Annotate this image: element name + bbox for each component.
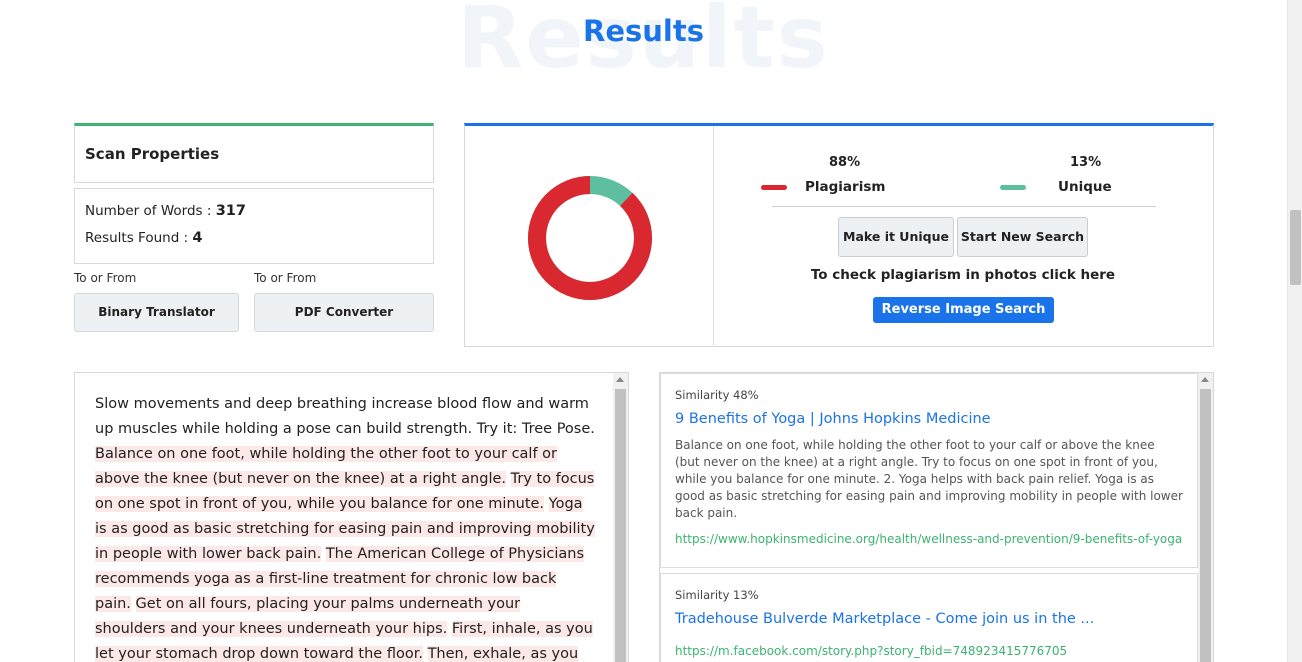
sources-panel-scroll-thumb[interactable]	[1200, 389, 1211, 662]
photo-check-text: To check plagiarism in photos click here	[810, 267, 1116, 283]
binary-translator-caption: To or From	[74, 271, 137, 285]
source-url-link[interactable]: https://www.hopkinsmedicine.org/health/w…	[675, 531, 1183, 548]
pdf-converter-caption: To or From	[254, 271, 317, 285]
scroll-up-arrow-icon[interactable]	[616, 377, 624, 382]
source-url-link[interactable]: https://m.facebook.com/story.php?story_f…	[675, 643, 1183, 660]
plagiarism-donut-chart	[528, 176, 652, 300]
results-summary-card: 88% Plagiarism 13% Unique Make it Unique…	[464, 123, 1214, 347]
plagiarism-percent: 88%	[829, 155, 861, 170]
page-title: Results	[583, 14, 704, 48]
text-panel-scroll-thumb[interactable]	[615, 389, 626, 662]
scan-properties-card: Scan Properties	[74, 123, 434, 183]
unique-legend-swatch	[1000, 185, 1026, 190]
plagiarism-legend-label: Plagiarism	[805, 179, 886, 195]
word-count-value: 317	[215, 203, 246, 219]
word-count-label: Number of Words :	[85, 203, 216, 219]
plagiarism-arc	[528, 176, 652, 300]
source-title-link[interactable]: 9 Benefits of Yoga | Johns Hopkins Medic…	[675, 411, 1183, 427]
legend-divider	[772, 206, 1156, 207]
source-similarity: Similarity 13%	[675, 588, 759, 602]
source-card: Similarity 13% Tradehouse Bulverde Marke…	[660, 573, 1198, 662]
source-card: Similarity 48% 9 Benefits of Yoga | John…	[660, 373, 1198, 568]
results-found-value: 4	[192, 230, 203, 246]
results-found-label: Results Found :	[85, 230, 193, 246]
word-count-row: Number of Words : 317	[85, 201, 423, 228]
start-new-search-button[interactable]: Start New Search	[957, 217, 1088, 257]
source-title-link[interactable]: Tradehouse Bulverde Marketplace - Come j…	[675, 611, 1183, 627]
sources-panel-scrollbar[interactable]	[1198, 373, 1213, 662]
pdf-converter-button[interactable]: PDF Converter	[254, 293, 434, 332]
source-excerpt: Balance on one foot, while holding the o…	[675, 438, 1183, 520]
source-similarity: Similarity 48%	[675, 388, 759, 402]
unique-percent: 13%	[1070, 155, 1102, 170]
page-scrollbar[interactable]	[1287, 0, 1302, 662]
scroll-up-arrow-icon[interactable]	[1201, 377, 1209, 382]
plagiarism-legend-swatch	[761, 185, 787, 190]
scan-stats: Number of Words : 317 Results Found : 4	[74, 188, 434, 264]
checked-text: Slow movements and deep breathing increa…	[95, 392, 595, 662]
matched-sentence: Balance on one foot, while holding the o…	[95, 446, 558, 487]
unique-legend-label: Unique	[1058, 179, 1112, 195]
unmatched-text: Slow movements and deep breathing increa…	[95, 396, 595, 437]
make-unique-button[interactable]: Make it Unique	[838, 217, 954, 257]
summary-divider	[713, 126, 714, 347]
checked-text-panel[interactable]: Slow movements and deep breathing increa…	[74, 372, 629, 662]
binary-translator-button[interactable]: Binary Translator	[74, 293, 239, 332]
matched-sources-panel[interactable]: Similarity 48% 9 Benefits of Yoga | John…	[659, 372, 1214, 662]
page-scroll-thumb[interactable]	[1290, 210, 1301, 285]
results-found-row: Results Found : 4	[85, 228, 423, 255]
reverse-image-search-button[interactable]: Reverse Image Search	[873, 297, 1054, 323]
scan-properties-title: Scan Properties	[85, 145, 220, 163]
text-panel-scrollbar[interactable]	[613, 373, 628, 662]
